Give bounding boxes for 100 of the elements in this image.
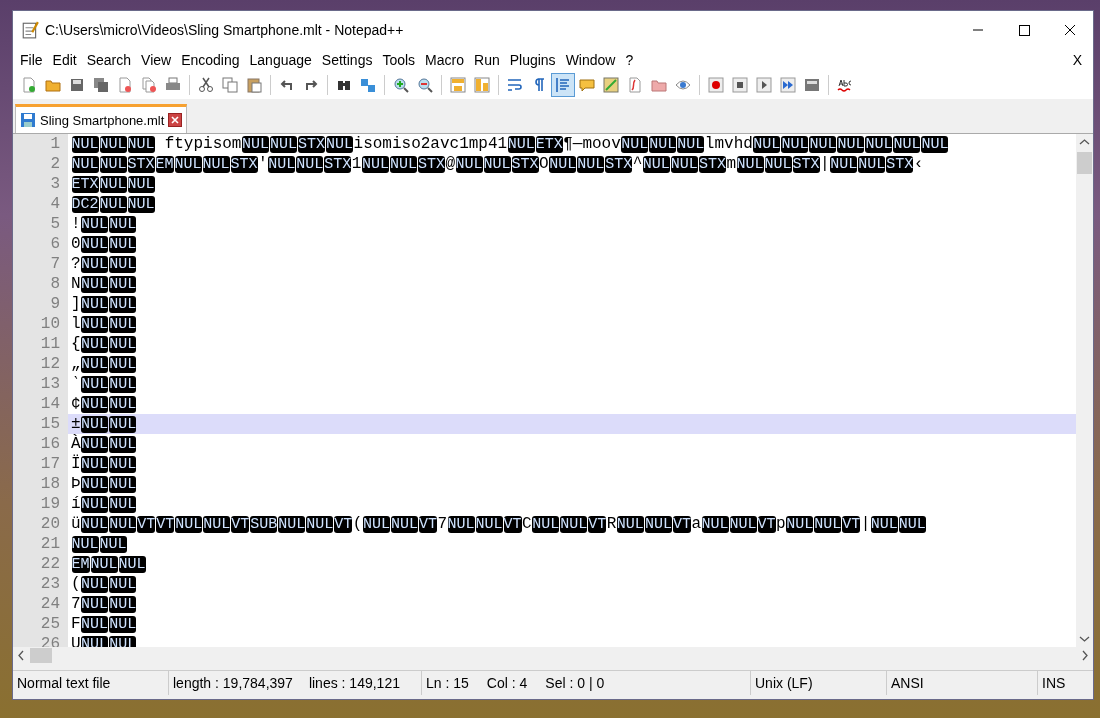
zoom-in-icon <box>393 77 409 93</box>
speech-bubble-icon <box>579 77 595 93</box>
control-char: STX <box>698 155 726 173</box>
control-char: NUL <box>203 515 231 533</box>
line-number: 22 <box>13 554 68 574</box>
line-number: 10 <box>13 314 68 334</box>
code-text: ] <box>71 294 81 314</box>
control-char: VT <box>842 515 861 533</box>
close-icon[interactable] <box>168 113 183 127</box>
line-number: 15 <box>13 414 68 434</box>
code-text: R <box>606 514 617 534</box>
control-char: NUL <box>809 135 837 153</box>
line-number: 7 <box>13 254 68 274</box>
control-char: NUL <box>109 295 137 313</box>
control-char: NUL <box>781 135 809 153</box>
code-text: m <box>726 154 736 174</box>
menu-item[interactable]: Tools <box>379 52 419 68</box>
menu-item[interactable]: Macro <box>422 52 467 68</box>
control-char: NUL <box>81 575 109 593</box>
line-number: 9 <box>13 294 68 314</box>
control-char: NUL <box>109 375 137 393</box>
scroll-thumb[interactable] <box>1077 152 1092 174</box>
status-text: Col : 4 <box>486 675 528 691</box>
menu-item[interactable]: View <box>138 52 175 68</box>
code-text: ü <box>71 514 81 534</box>
control-char: NUL <box>81 375 109 393</box>
control-char: NUL <box>278 515 306 533</box>
file-tab[interactable]: Sling Smartphone.mlt <box>15 104 188 133</box>
status-text: Ln : 15 <box>426 675 469 691</box>
document-icon <box>627 77 643 93</box>
control-char: NUL <box>81 595 109 613</box>
menu-item[interactable]: Run <box>471 52 503 68</box>
line-number: 11 <box>13 334 68 354</box>
control-char: NUL <box>81 435 109 453</box>
control-char: NUL <box>81 495 109 513</box>
control-char: NUL <box>81 295 109 313</box>
line-number: 6 <box>13 234 68 254</box>
line-number: 17 <box>13 454 68 474</box>
code-text: ^ <box>632 154 643 174</box>
notepad-icon <box>21 21 39 39</box>
control-char: NUL <box>616 515 644 533</box>
line-number: 8 <box>13 274 68 294</box>
code-text: 7 <box>71 594 81 614</box>
control-char: NUL <box>127 195 155 213</box>
close-document-button[interactable]: X <box>1069 52 1085 68</box>
control-char: STX <box>127 155 155 173</box>
control-char: NUL <box>306 515 334 533</box>
line-number: 12 <box>13 354 68 374</box>
code-text: Ï <box>71 454 81 474</box>
status-text: Normal text file <box>17 675 111 691</box>
control-char: NUL <box>81 515 109 533</box>
code-text: ¶—moov <box>563 134 621 154</box>
control-char: NUL <box>670 155 698 173</box>
control-char: NUL <box>837 135 865 153</box>
split-window-icon <box>450 77 466 93</box>
folder-icon <box>651 77 667 93</box>
control-char: NUL <box>109 235 137 253</box>
clipboard-icon <box>246 77 262 93</box>
menu-item[interactable]: Language <box>246 52 315 68</box>
code-text: í <box>71 494 81 514</box>
control-char: STX <box>605 155 633 173</box>
code-text: ‹ <box>913 154 924 174</box>
close-files-icon <box>141 77 157 93</box>
vertical-scrollbar[interactable] <box>1076 134 1093 647</box>
code-text: À <box>71 434 81 454</box>
menu-item[interactable]: ? <box>622 52 637 68</box>
scroll-thumb[interactable] <box>30 648 52 663</box>
control-char: NUL <box>81 415 109 433</box>
control-char: VT <box>137 515 156 533</box>
control-char: NUL <box>109 595 137 613</box>
menu-item[interactable]: Search <box>83 52 135 68</box>
menu-item[interactable]: Window <box>562 52 619 68</box>
menu-item[interactable]: Edit <box>49 52 80 68</box>
code-text: ( <box>352 514 363 534</box>
control-char: NUL <box>81 235 109 253</box>
control-char: NUL <box>81 335 109 353</box>
control-char: NUL <box>81 315 109 333</box>
control-char: NUL <box>109 355 137 373</box>
menu-item[interactable]: Encoding <box>178 52 243 68</box>
line-number: 2 <box>13 154 68 174</box>
printer-icon <box>165 77 181 93</box>
control-char: NUL <box>361 155 389 173</box>
control-char: NUL <box>109 475 137 493</box>
control-char: NUL <box>736 155 764 173</box>
code-text: l <box>71 314 81 334</box>
code-text: ‵ <box>71 374 81 394</box>
zoom-out-icon <box>417 77 433 93</box>
control-char: NUL <box>865 135 893 153</box>
control-char: NUL <box>644 515 672 533</box>
control-char: NUL <box>390 515 418 533</box>
line-number: 13 <box>13 374 68 394</box>
floppy-icon <box>20 112 36 128</box>
copy-icon <box>222 77 238 93</box>
menu-item[interactable]: File <box>17 52 46 68</box>
control-char: NUL <box>764 155 792 173</box>
code-text: Þ <box>71 474 81 494</box>
menu-item[interactable]: Plugins <box>506 52 559 68</box>
menu-item[interactable]: Settings <box>318 52 376 68</box>
control-char: NUL <box>701 515 729 533</box>
control-char: VT <box>588 515 607 533</box>
